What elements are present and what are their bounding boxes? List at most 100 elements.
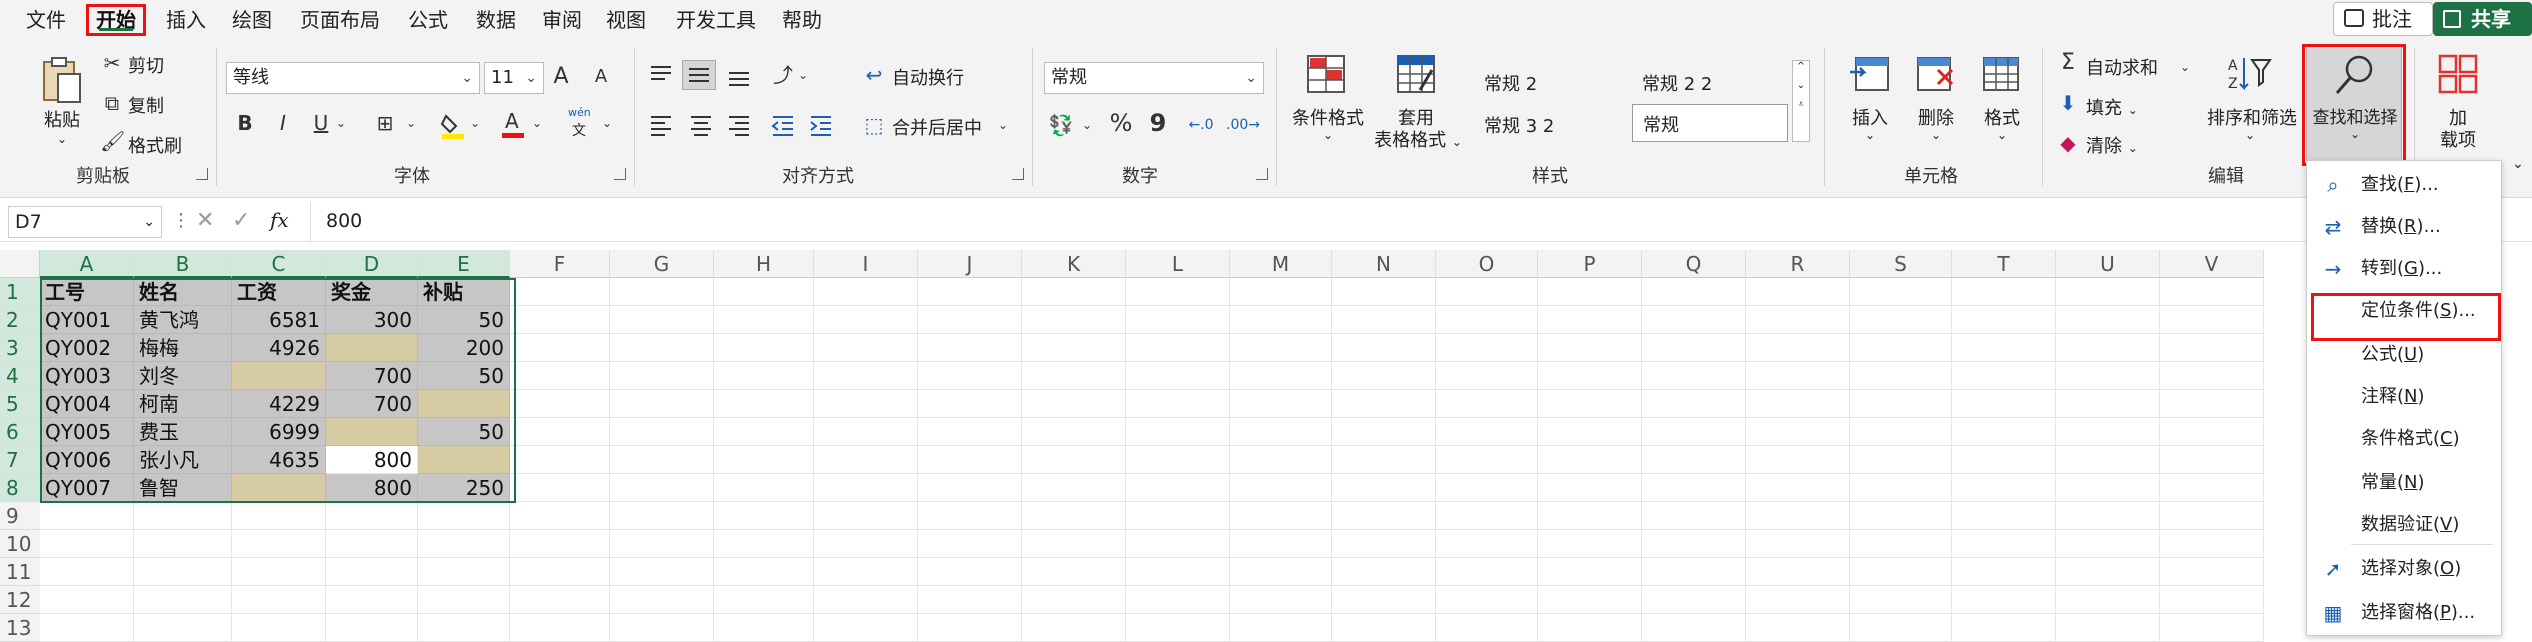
cell[interactable]	[2056, 306, 2160, 334]
cell[interactable]	[814, 446, 918, 474]
cell[interactable]	[610, 306, 714, 334]
cell[interactable]	[814, 474, 918, 502]
cell[interactable]	[1022, 334, 1126, 362]
cell[interactable]	[814, 530, 918, 558]
cell[interactable]	[134, 586, 232, 614]
cell[interactable]	[918, 614, 1022, 642]
cell[interactable]	[2056, 474, 2160, 502]
column-header-O[interactable]: O	[1436, 250, 1538, 278]
menu-item-9[interactable]: ➚ 选择对象(O)	[2307, 549, 2503, 589]
cell[interactable]	[1952, 502, 2056, 530]
data-cell[interactable]: 700	[326, 362, 418, 390]
cell[interactable]	[1642, 278, 1746, 306]
cell[interactable]	[1538, 558, 1642, 586]
cell[interactable]	[1022, 614, 1126, 642]
cell[interactable]	[326, 586, 418, 614]
column-header-T[interactable]: T	[1952, 250, 2056, 278]
phonetic-icon[interactable]: wén 文	[566, 106, 596, 140]
cell[interactable]	[1746, 586, 1850, 614]
cell[interactable]	[1332, 390, 1436, 418]
cell[interactable]	[1746, 278, 1850, 306]
cell[interactable]	[714, 278, 814, 306]
data-cell[interactable]: 张小凡	[134, 446, 232, 474]
cell[interactable]	[1642, 502, 1746, 530]
cell[interactable]	[1126, 278, 1230, 306]
format-as-table-button[interactable]: 表格格式 ⌄	[1370, 126, 1466, 152]
data-cell[interactable]: 4635	[232, 446, 326, 474]
menu-item-3[interactable]: 定位条件(S)...	[2307, 291, 2503, 331]
cell[interactable]	[2056, 502, 2160, 530]
cell[interactable]	[232, 586, 326, 614]
data-cell[interactable]: QY006	[40, 446, 134, 474]
cell[interactable]	[1952, 586, 2056, 614]
data-cell[interactable]	[232, 362, 326, 390]
row-header-3[interactable]: 3	[0, 334, 40, 362]
cell[interactable]	[1436, 586, 1538, 614]
menu-review[interactable]: 审阅	[542, 4, 582, 36]
cell[interactable]	[1230, 362, 1332, 390]
data-cell[interactable]: QY001	[40, 306, 134, 334]
style-normal-3-2[interactable]: 常规 3 2	[1484, 112, 1554, 138]
styles-scroll[interactable]: ^ ⌄ ⩡	[1792, 60, 1810, 142]
data-cell[interactable]: 200	[418, 334, 510, 362]
cell[interactable]	[1436, 390, 1538, 418]
column-header-L[interactable]: L	[1126, 250, 1230, 278]
cell[interactable]	[1230, 306, 1332, 334]
cell[interactable]	[1332, 474, 1436, 502]
menu-item-5[interactable]: 注释(N)	[2307, 377, 2503, 417]
cell[interactable]	[2160, 586, 2264, 614]
style-normal[interactable]: 常规	[1632, 104, 1788, 142]
column-header-F[interactable]: F	[510, 250, 610, 278]
cell[interactable]	[2160, 306, 2264, 334]
cell[interactable]	[610, 334, 714, 362]
cell[interactable]	[1436, 306, 1538, 334]
data-cell[interactable]: 50	[418, 306, 510, 334]
cell[interactable]	[510, 474, 610, 502]
fill-button[interactable]: 填充 ⌄	[2086, 94, 2138, 120]
data-cell[interactable]: 4926	[232, 334, 326, 362]
cell[interactable]	[1126, 502, 1230, 530]
cell[interactable]	[1952, 558, 2056, 586]
cell[interactable]	[1022, 306, 1126, 334]
column-header-S[interactable]: S	[1850, 250, 1952, 278]
cell[interactable]	[418, 558, 510, 586]
cell[interactable]	[134, 502, 232, 530]
cell[interactable]	[1850, 278, 1952, 306]
percent-button[interactable]: %	[1108, 110, 1134, 136]
cell[interactable]	[1850, 530, 1952, 558]
menu-item-0[interactable]: ⌕ 查找(F)...	[2307, 165, 2503, 205]
cell[interactable]	[1952, 306, 2056, 334]
cell[interactable]	[814, 390, 918, 418]
cell[interactable]	[40, 502, 134, 530]
cell[interactable]	[814, 418, 918, 446]
insert-function-button[interactable]: fx	[270, 208, 289, 232]
cell[interactable]	[1022, 530, 1126, 558]
align-bottom-icon[interactable]	[726, 62, 752, 88]
cell[interactable]	[1436, 614, 1538, 642]
comment-button[interactable]: 批注	[2333, 2, 2433, 36]
cell[interactable]	[1538, 614, 1642, 642]
cell[interactable]	[2160, 614, 2264, 642]
cell[interactable]	[714, 558, 814, 586]
column-header-K[interactable]: K	[1022, 250, 1126, 278]
cell[interactable]	[326, 530, 418, 558]
cell[interactable]	[1642, 362, 1746, 390]
enter-icon[interactable]: ✓	[232, 208, 250, 233]
chevron-down-icon[interactable]: ⌄	[404, 110, 418, 136]
column-header-H[interactable]: H	[714, 250, 814, 278]
cell[interactable]	[1332, 446, 1436, 474]
cell[interactable]	[714, 586, 814, 614]
cell[interactable]	[2056, 446, 2160, 474]
cell[interactable]	[326, 614, 418, 642]
paste-dropdown-icon[interactable]: ⌄	[52, 132, 72, 146]
cell[interactable]	[918, 306, 1022, 334]
data-cell[interactable]: 柯南	[134, 390, 232, 418]
row-header-1[interactable]: 1	[0, 278, 40, 306]
column-header-B[interactable]: B	[134, 250, 232, 278]
chevron-down-icon[interactable]: ⌄	[1793, 80, 1809, 91]
format-painter-button[interactable]: 格式刷	[128, 132, 182, 158]
data-cell[interactable]: 50	[418, 418, 510, 446]
shrink-font-icon[interactable]: A	[588, 64, 614, 90]
decrease-indent-icon[interactable]	[770, 112, 796, 138]
align-middle-icon[interactable]	[682, 60, 716, 90]
